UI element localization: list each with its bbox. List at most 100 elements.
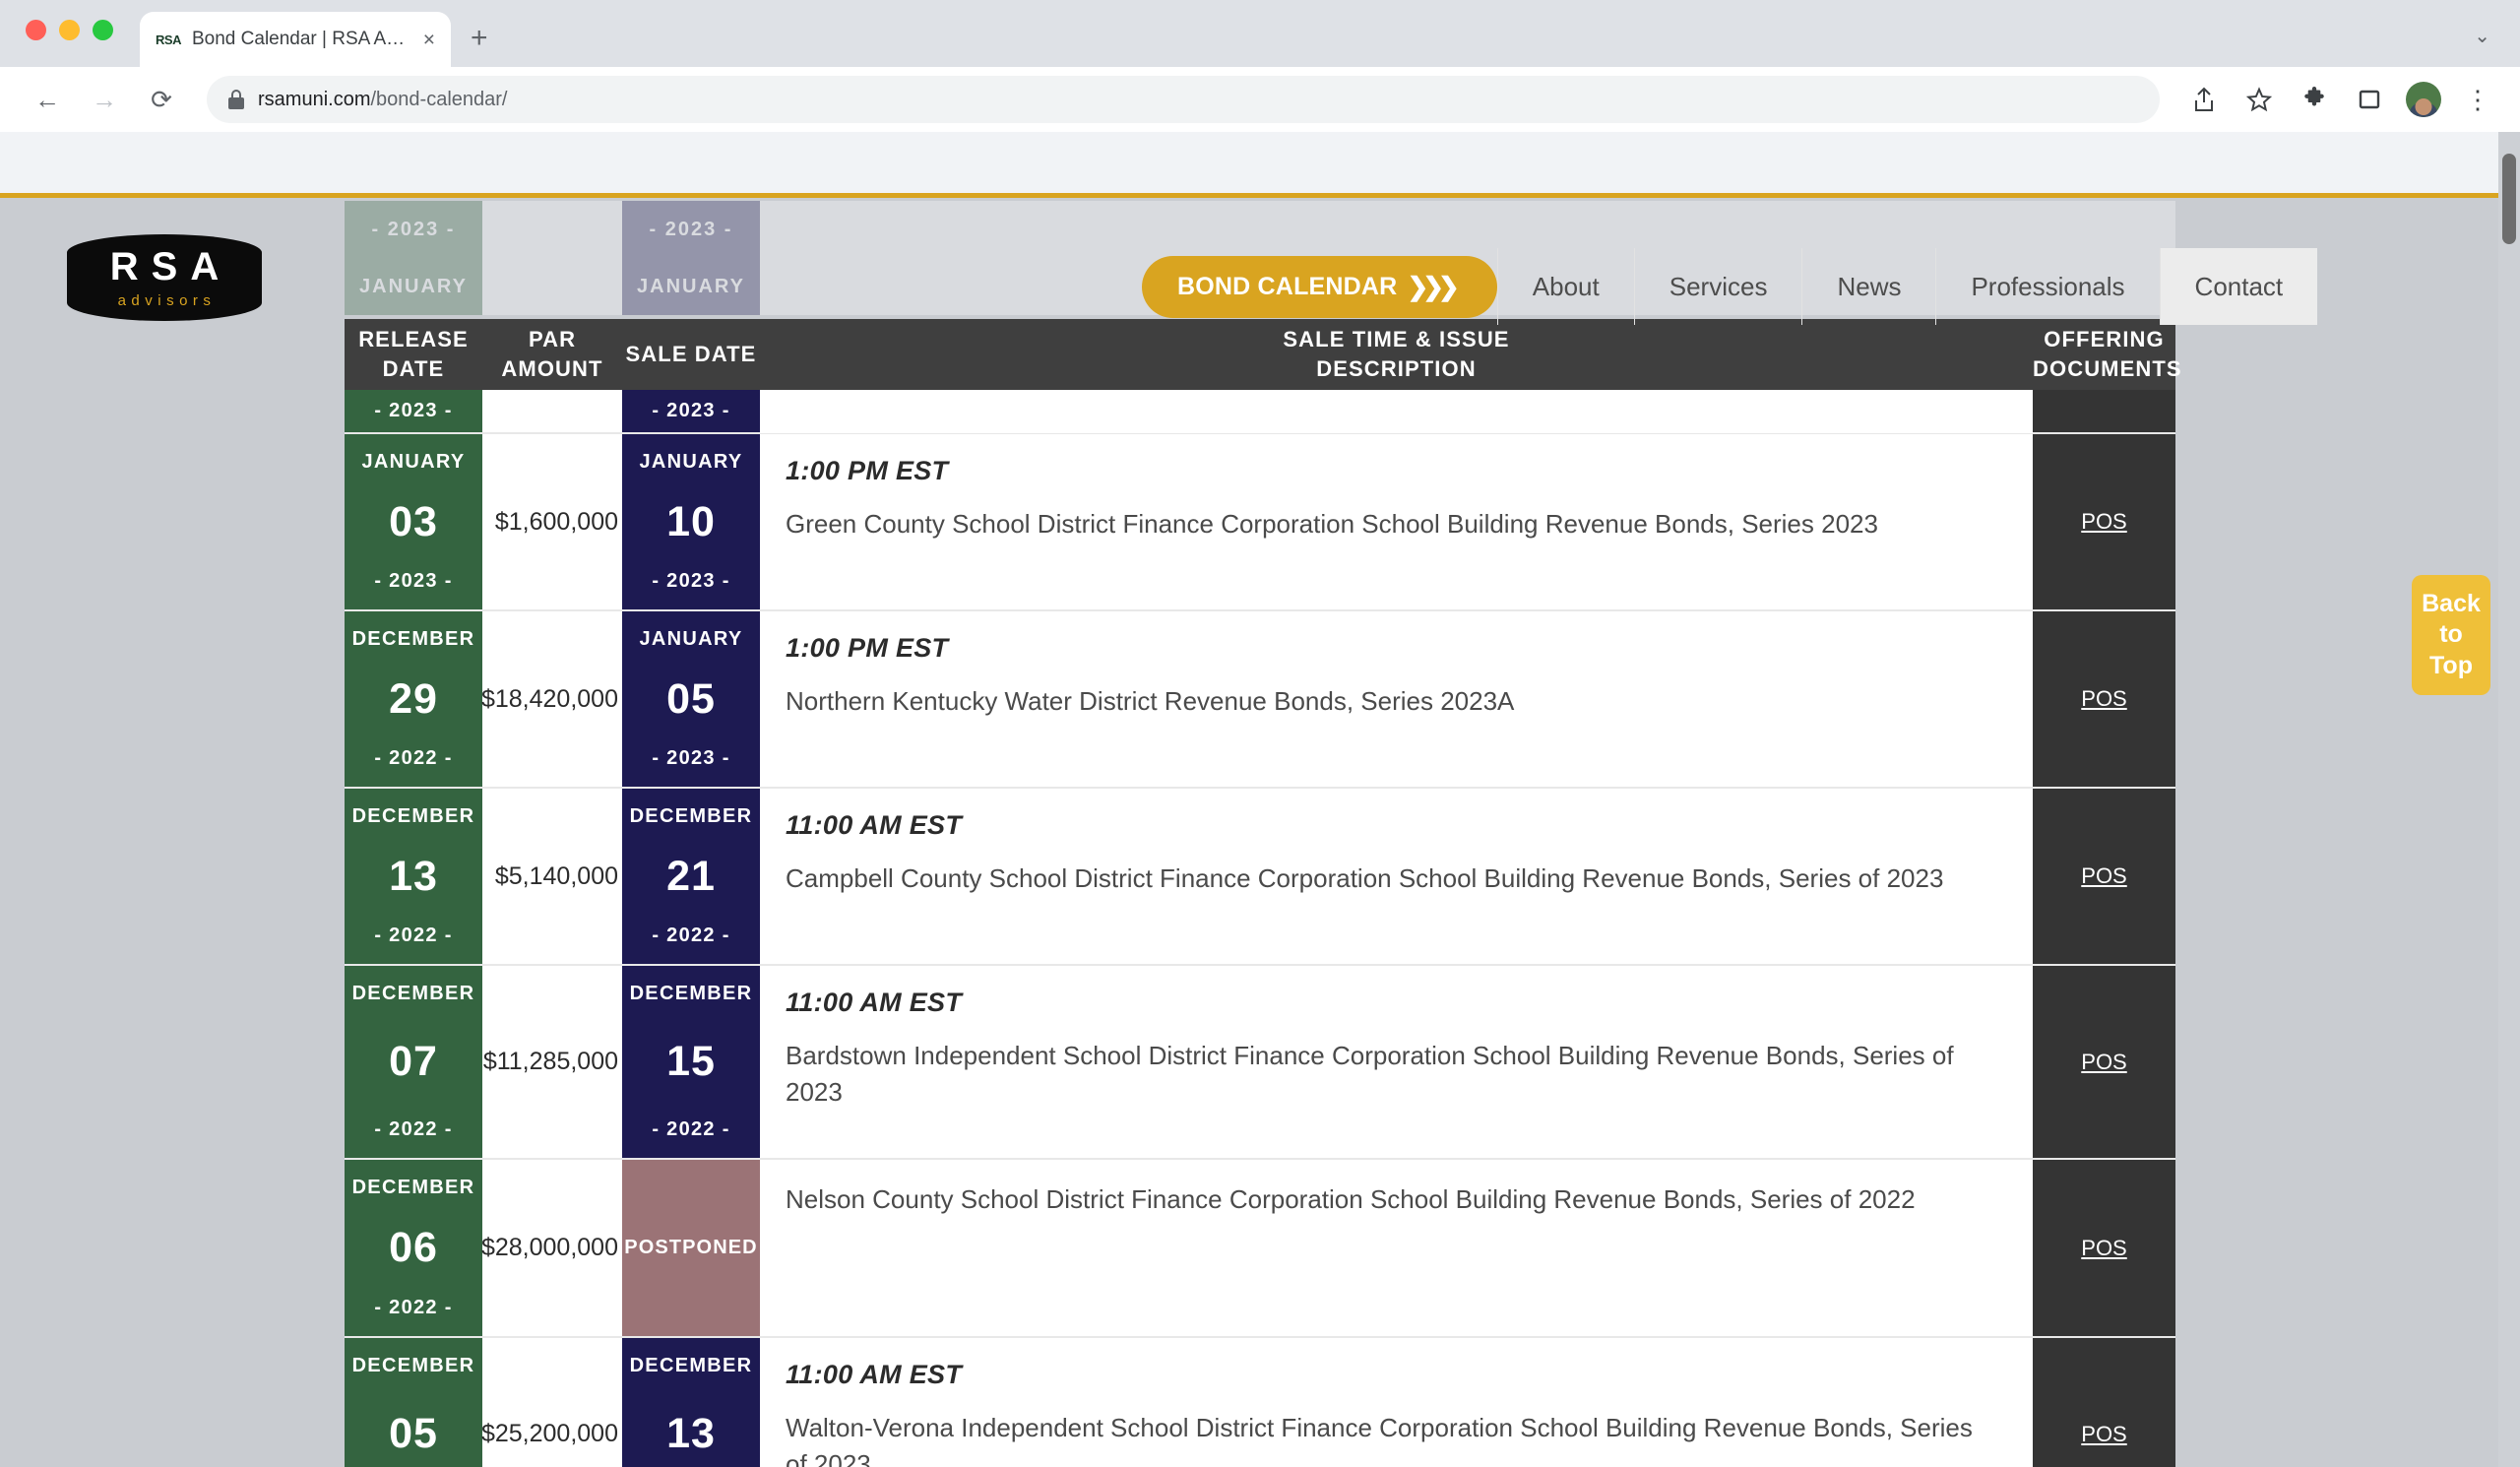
issue-description: 11:00 AM EST Walton-Verona Independent S… (760, 1338, 2033, 1467)
nav-item-professionals[interactable]: Professionals (1935, 248, 2159, 325)
sale-year: - 2023 - (652, 747, 730, 769)
release-year: - 2022 - (374, 1297, 453, 1318)
pos-link[interactable]: POS (2081, 509, 2126, 535)
par-amount: $11,285,000 (482, 966, 622, 1158)
logo-subtitle: advisors (117, 291, 217, 309)
url-host: rsamuni.com (258, 88, 371, 110)
lock-icon (228, 90, 244, 109)
back-to-top-line2: to Top (2429, 620, 2473, 679)
par-amount: $28,000,000 (481, 1160, 622, 1336)
issue-description-text: Nelson County School District Finance Co… (786, 1184, 1916, 1214)
release-day: 06 (389, 1224, 438, 1271)
table-row: JANUARY 03 - 2023 - $1,600,000 JANUARY 1… (345, 434, 2175, 611)
site-header-band (0, 132, 2520, 198)
bookmark-star-icon[interactable] (2240, 81, 2278, 118)
sale-year: - 2022 - (652, 1118, 730, 1140)
sale-year: - 2023 - (652, 400, 730, 421)
issue-description: 11:00 AM EST Bardstown Independent Schoo… (760, 966, 2033, 1158)
release-month: DECEMBER (351, 983, 475, 1004)
par-amount: $1,600,000 (482, 434, 622, 609)
issue-description-text: Green County School District Finance Cor… (786, 509, 1878, 539)
close-window-button[interactable] (26, 20, 46, 40)
offering-documents-cell: POS (2033, 1338, 2175, 1467)
offering-documents-cell: POS (2033, 1160, 2175, 1336)
rsa-logo[interactable]: RSA advisors (67, 234, 262, 321)
issue-description-text: Northern Kentucky Water District Revenue… (786, 686, 1515, 716)
sale-date-cell: JANUARY 10 - 2023 - (622, 434, 760, 609)
sale-day: 15 (666, 1038, 716, 1085)
sale-date-cell: DECEMBER 15 - 2022 - (622, 966, 760, 1158)
window-traffic-lights (26, 20, 113, 40)
bond-calendar-cta-button[interactable]: BOND CALENDAR ❯❯❯ (1142, 255, 1497, 318)
share-icon[interactable] (2185, 81, 2223, 118)
chevron-down-icon[interactable]: ⌄ (2474, 24, 2490, 48)
issue-description: 11:00 AM EST Campbell County School Dist… (760, 789, 2033, 964)
sale-date-cell: DECEMBER 21 - 2022 - (622, 789, 760, 964)
release-year: - 2022 - (374, 925, 453, 946)
extensions-puzzle-icon[interactable] (2296, 81, 2333, 118)
site-navigation: BOND CALENDAR ❯❯❯ About Services News Pr… (1142, 248, 2318, 325)
nav-item-about[interactable]: About (1496, 248, 1634, 325)
address-bar[interactable]: rsamuni.com/bond-calendar/ (207, 76, 2160, 123)
ghost-release-month: JANUARY (345, 258, 482, 315)
tab-strip: RSA Bond Calendar | RSA Advisors × + ⌄ (0, 0, 2520, 67)
sale-date-cell: JANUARY 05 - 2023 - (622, 611, 760, 787)
sale-month: JANUARY (639, 628, 743, 650)
sale-month: DECEMBER (629, 805, 753, 827)
sale-month: DECEMBER (629, 1355, 753, 1376)
release-date-cell: JANUARY 03 - 2023 - (345, 434, 482, 609)
release-year: - 2023 - (374, 570, 453, 592)
sale-time: 1:00 PM EST (786, 456, 949, 485)
release-date-cell: DECEMBER 13 - 2022 - (345, 789, 482, 964)
offering-documents-cell: POS (2033, 611, 2175, 787)
release-day: 13 (389, 852, 438, 900)
column-header-description: SALE TIME & ISSUE DESCRIPTION (1283, 327, 1510, 381)
nav-item-news[interactable]: News (1801, 248, 1935, 325)
pos-link[interactable]: POS (2081, 1050, 2126, 1075)
browser-tab[interactable]: RSA Bond Calendar | RSA Advisors × (140, 12, 451, 67)
scrollbar-thumb[interactable] (2502, 154, 2516, 244)
back-to-top-button[interactable]: Back to Top (2412, 575, 2490, 695)
maximize-window-button[interactable] (93, 20, 113, 40)
pos-link[interactable]: POS (2081, 686, 2126, 712)
back-button[interactable]: ← (24, 76, 71, 123)
release-day: 03 (389, 497, 438, 545)
sidebar-panel-icon[interactable] (2351, 81, 2388, 118)
reload-button[interactable]: ⟳ (138, 76, 185, 123)
sale-year: - 2022 - (652, 925, 730, 946)
new-tab-button[interactable]: + (471, 24, 488, 53)
sale-day: 10 (666, 497, 716, 545)
browser-chrome: RSA Bond Calendar | RSA Advisors × + ⌄ ←… (0, 0, 2520, 132)
release-date-cell: DECEMBER 05 - 2022 - (345, 1338, 482, 1467)
pos-link[interactable]: POS (2081, 863, 2126, 889)
par-amount (482, 390, 622, 432)
issue-description-text: Campbell County School District Finance … (786, 863, 1944, 893)
page-scrollbar[interactable] (2498, 132, 2520, 1467)
release-day: 07 (389, 1038, 438, 1085)
pos-link[interactable]: POS (2081, 1236, 2126, 1261)
forward-button[interactable]: → (81, 76, 128, 123)
minimize-window-button[interactable] (59, 20, 80, 40)
issue-description: 1:00 PM EST Northern Kentucky Water Dist… (760, 611, 2033, 787)
release-year: - 2022 - (374, 1118, 453, 1140)
offering-documents-cell (2033, 390, 2175, 432)
chevrons-right-icon: ❯❯❯ (1407, 271, 1459, 301)
release-month: DECEMBER (351, 628, 475, 650)
table-row: DECEMBER 13 - 2022 - $5,140,000 DECEMBER… (345, 789, 2175, 966)
ghost-sale-month: JANUARY (622, 258, 760, 315)
column-header-release-date: RELEASE DATE (358, 327, 469, 381)
column-header-par-amount: PAR AMOUNT (501, 327, 603, 381)
nav-item-services[interactable]: Services (1633, 248, 1802, 325)
issue-description-text: Walton-Verona Independent School Distric… (786, 1413, 1973, 1467)
bond-calendar-cta-label: BOND CALENDAR (1177, 272, 1398, 300)
pos-link[interactable]: POS (2081, 1422, 2126, 1447)
ghost-release-year: - 2023 - (345, 201, 482, 258)
sale-time: 11:00 AM EST (786, 1360, 963, 1389)
page-viewport: - 2023 - - 2023 - JANUARY JANUARY RSA ad… (0, 132, 2520, 1467)
close-icon[interactable]: × (423, 30, 435, 50)
browser-menu-icon[interactable]: ⋮ (2459, 81, 2496, 118)
offering-documents-cell: POS (2033, 434, 2175, 609)
avatar[interactable] (2406, 82, 2441, 117)
release-date-cell: DECEMBER 07 - 2022 - (345, 966, 482, 1158)
nav-item-contact[interactable]: Contact (2159, 248, 2318, 325)
